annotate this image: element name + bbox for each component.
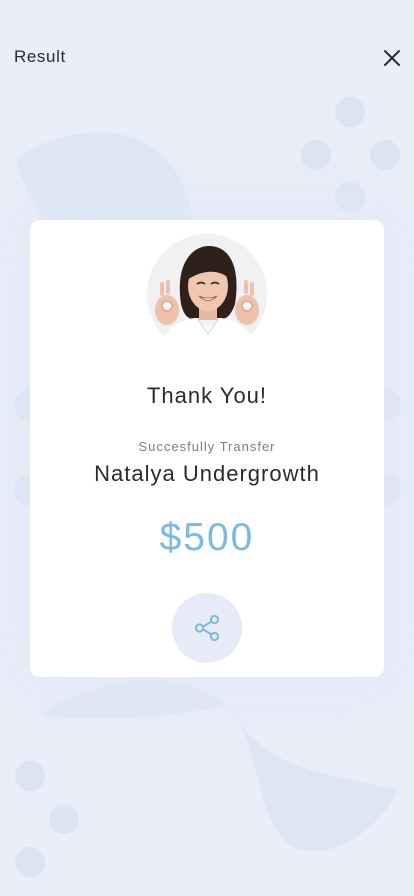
avatar — [147, 234, 267, 354]
share-button[interactable] — [172, 593, 242, 663]
header: Result — [0, 0, 414, 115]
share-icon — [194, 614, 220, 642]
avatar-photo — [147, 234, 267, 354]
transfer-status-label: Succesfully Transfer — [138, 439, 276, 454]
transfer-amount: $500 — [159, 516, 255, 559]
close-icon — [384, 50, 400, 66]
thank-you-heading: Thank You! — [146, 383, 268, 408]
page-title: Result — [14, 47, 66, 66]
result-card: Thank You! Succesfully Transfer Natalya … — [30, 220, 384, 677]
close-button[interactable] — [378, 44, 406, 72]
recipient-name: Natalya Undergrowth — [94, 461, 320, 486]
